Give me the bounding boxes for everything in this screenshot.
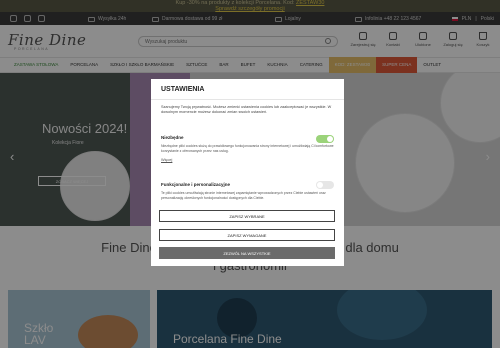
cookie-settings-modal: USTAWIENIA Szanujemy Twoją prywatność. M… bbox=[151, 79, 344, 266]
section-text: Niezbędne pliki cookies służą do prawidł… bbox=[161, 144, 334, 153]
modal-intro-text: Szanujemy Twoją prywatność. Możesz zmien… bbox=[161, 105, 332, 114]
divider bbox=[151, 99, 344, 100]
toggle-knob bbox=[317, 182, 323, 188]
more-link[interactable]: Więcej bbox=[161, 158, 334, 162]
section-text: Te pliki cookies umożliwiają stronie int… bbox=[161, 191, 326, 200]
necessary-toggle[interactable] bbox=[316, 135, 334, 143]
section-title: Niezbędne bbox=[161, 135, 184, 140]
functional-toggle[interactable] bbox=[316, 181, 334, 189]
modal-title: USTAWIENIA bbox=[161, 86, 205, 93]
cookie-section-necessary: Niezbędne Niezbędne pliki cookies służą … bbox=[161, 135, 334, 162]
section-title: Funkcjonalne i personalizacyjne bbox=[161, 182, 231, 187]
toggle-knob bbox=[327, 136, 333, 142]
save-required-button[interactable]: ZAPISZ WYMAGANE bbox=[159, 229, 335, 241]
save-selected-button[interactable]: ZAPISZ WYBRANE bbox=[159, 210, 335, 222]
allow-all-button[interactable]: ZEZWÓL NA WSZYSTKIE bbox=[159, 247, 335, 259]
cookie-section-functional: Funkcjonalne i personalizacyjne Te pliki… bbox=[161, 182, 334, 204]
